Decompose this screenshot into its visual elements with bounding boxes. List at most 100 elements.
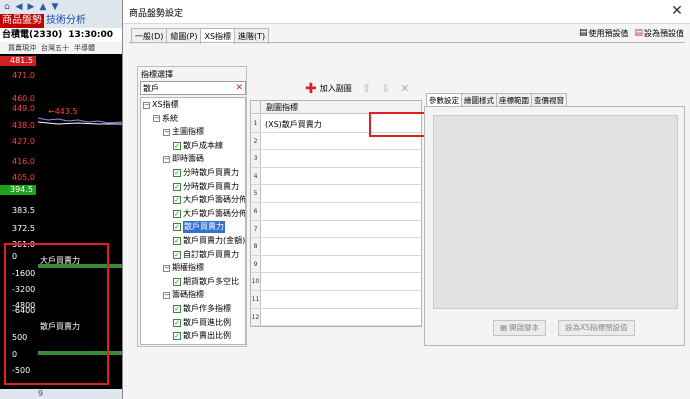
top-actions: ▤ 使用預設值 ▤ 設為預設值 xyxy=(579,28,684,39)
tree-item-label: 分時散戶買賣力 xyxy=(183,168,239,177)
y-tick: 405.0 xyxy=(12,173,35,182)
open-script-button[interactable]: ▦ 開啟腳本 xyxy=(493,320,547,336)
highlight-box-lower-panels xyxy=(4,243,109,385)
tree-item[interactable]: ✓ 散戶賣出比例 xyxy=(173,330,231,342)
tree-item[interactable]: ✓ 散戶買賣力(金額) xyxy=(173,235,245,247)
tab-plot-style[interactable]: 繪圖樣式 xyxy=(461,93,497,107)
indicator-check-icon[interactable]: ✓ xyxy=(173,318,181,327)
subplot-row[interactable]: 6 xyxy=(251,203,421,221)
dialog-title-bar: 商品盤勢設定 ✕ xyxy=(123,0,690,24)
clear-search-icon[interactable]: ✕ xyxy=(235,82,243,94)
subplot-row[interactable]: 4 xyxy=(251,167,421,186)
back-icon[interactable]: ◀ xyxy=(14,2,24,12)
indicator-check-icon[interactable]: ✓ xyxy=(173,182,181,191)
row-number: 10 xyxy=(251,273,261,290)
tree-folder[interactable]: − 期權指標 xyxy=(163,262,204,274)
delete-icon[interactable]: ✕ xyxy=(400,82,409,95)
y-tick: 449.0 xyxy=(12,104,35,113)
indicator-check-icon[interactable]: ✓ xyxy=(173,250,181,259)
subplot-row[interactable]: 12 xyxy=(251,308,421,326)
tab-axis-range[interactable]: 座標範圍 xyxy=(496,93,532,107)
indicator-check-icon[interactable]: ✓ xyxy=(173,141,181,150)
parameter-actions: ▦ 開啟腳本 設為XS指標預設值 xyxy=(493,320,635,336)
tree-item[interactable]: ✓ 自訂散戶買賣力 xyxy=(173,249,239,261)
row-number: 1 xyxy=(251,115,261,132)
tree-item[interactable]: ✓ 分時散戶買賣力 xyxy=(173,181,239,193)
indicator-check-icon[interactable]: ✓ xyxy=(173,332,181,341)
tree-item-label: 主圖指標 xyxy=(172,127,204,137)
move-down-icon[interactable]: ⇩ xyxy=(381,82,390,95)
collapse-icon[interactable]: − xyxy=(163,291,170,299)
home-icon[interactable]: ⌂ xyxy=(2,2,12,12)
indicator-check-icon[interactable]: ✓ xyxy=(173,223,181,232)
indicator-check-icon[interactable]: ✓ xyxy=(173,305,181,313)
indicator-check-icon[interactable]: ✓ xyxy=(173,209,181,218)
subplot-row[interactable]: 9 xyxy=(251,255,421,274)
tree-item[interactable]: ✓ 散戶成本線 xyxy=(173,140,223,152)
tree-item-label: 散戶賣出比例 xyxy=(183,331,231,341)
y-tick: 471.0 xyxy=(12,71,35,80)
tree-item[interactable]: ✓ 散戶作多指標 xyxy=(173,303,231,315)
tree-item-label: 散戶買賣力(金額) xyxy=(183,236,246,245)
tree-item[interactable]: ✓ 期貨散戶多空比 xyxy=(173,276,239,288)
close-icon[interactable]: ✕ xyxy=(669,3,685,19)
tree-folder[interactable]: − 即時籌碼 xyxy=(163,153,204,165)
row-number-header xyxy=(251,101,261,114)
row-number: 9 xyxy=(251,255,261,273)
tree-item[interactable]: ✓ 散戶買進比例 xyxy=(173,317,231,329)
collapse-icon[interactable]: − xyxy=(153,115,160,123)
tree-item[interactable]: ✓ 大戶散戶籌碼分佈 xyxy=(173,208,245,220)
tree-folder[interactable]: − 籌碼指標 xyxy=(163,289,204,301)
add-subplot-button[interactable]: ✚ 加入副圖 xyxy=(305,82,352,96)
tab-parameters[interactable]: 參數設定 xyxy=(426,93,462,107)
dialog-title: 商品盤勢設定 xyxy=(129,9,184,19)
save-default-icon: ▤ xyxy=(634,28,643,38)
tree-item-label: 散戶作多指標 xyxy=(183,304,231,313)
move-up-icon[interactable]: ⇧ xyxy=(362,82,371,95)
subplot-row[interactable]: 10 xyxy=(251,273,421,291)
bg-mid-price-box: 394.5 xyxy=(0,185,36,195)
bg-tab-technical[interactable]: 技術分析 xyxy=(44,14,88,28)
indicator-check-icon[interactable]: ✓ xyxy=(173,237,181,245)
indicator-check-icon[interactable]: ✓ xyxy=(173,196,181,205)
y-tick: 427.0 xyxy=(12,137,35,146)
bg-high-price-box: 481.5 xyxy=(0,56,36,66)
subplot-row[interactable]: 8 xyxy=(251,238,421,256)
tree-item[interactable]: ✓ 散戶買賣力 xyxy=(173,221,225,234)
up-icon[interactable]: ▲ xyxy=(38,2,48,12)
subplot-row[interactable]: 5 xyxy=(251,185,421,203)
y-tick: 460.0 xyxy=(12,94,35,103)
collapse-icon[interactable]: − xyxy=(163,264,170,272)
subplot-row[interactable]: 7 xyxy=(251,220,421,239)
tab-price-window[interactable]: 查價視窗 xyxy=(531,93,567,107)
tree-item[interactable]: ✓ 大戶散戶籌碼分佈 xyxy=(173,194,245,206)
collapse-icon[interactable]: − xyxy=(163,155,170,163)
row-number: 6 xyxy=(251,203,261,220)
tree-item-label: 自訂散戶買賣力 xyxy=(183,249,239,259)
tree-item-label: 系統 xyxy=(162,113,178,123)
set-xs-default-button[interactable]: 設為XS指標預設值 xyxy=(558,320,635,336)
indicator-check-icon[interactable]: ✓ xyxy=(173,277,181,286)
tree-folder[interactable]: − 系統 xyxy=(153,113,178,125)
tree-item-label: 散戶買賣力 xyxy=(183,221,225,234)
bg-field: 買賣現沖 xyxy=(8,44,36,52)
forward-icon[interactable]: ▶ xyxy=(26,2,36,12)
time-tick: 9 xyxy=(38,389,44,398)
subplot-row[interactable]: 3 xyxy=(251,150,421,168)
tree-folder[interactable]: − XS指標 xyxy=(143,99,179,111)
subplot-row[interactable]: 11 xyxy=(251,291,421,309)
y-tick: 372.5 xyxy=(12,224,35,233)
tree-item[interactable]: ✓ 分時散戶買賣力 xyxy=(173,167,239,179)
search-input[interactable] xyxy=(141,82,233,94)
set-default-button[interactable]: ▤ 設為預設值 xyxy=(634,28,684,39)
use-default-button[interactable]: ▤ 使用預設值 xyxy=(579,28,629,39)
bg-tab-market[interactable]: 商品盤勢 xyxy=(0,14,44,28)
down-icon[interactable]: ▼ xyxy=(50,2,60,12)
tree-item-label: 分時散戶買賣力 xyxy=(183,181,239,191)
collapse-icon[interactable]: − xyxy=(163,128,170,136)
collapse-icon[interactable]: − xyxy=(143,101,150,109)
y-tick: 438.0 xyxy=(12,121,35,130)
bg-tabs: 商品盤勢 技術分析 xyxy=(0,14,122,28)
tree-folder[interactable]: − 主圖指標 xyxy=(163,126,204,138)
indicator-check-icon[interactable]: ✓ xyxy=(173,169,181,177)
